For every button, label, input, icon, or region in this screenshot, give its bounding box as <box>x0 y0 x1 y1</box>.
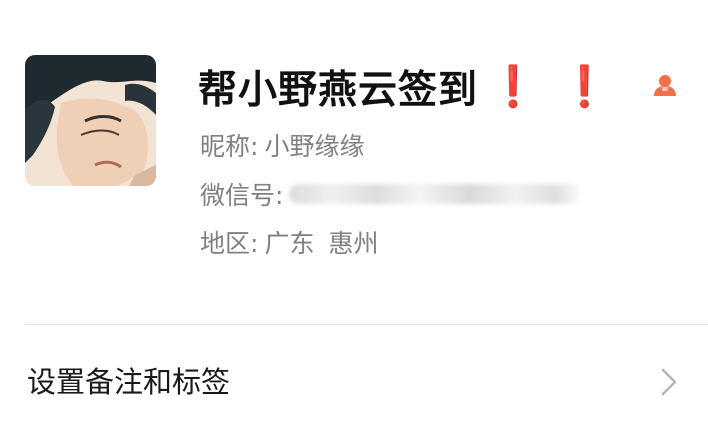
person-icon <box>654 75 676 96</box>
region-province: 广东 <box>264 229 315 258</box>
nickname-row: 昵称: 小野缘缘 <box>200 125 364 165</box>
display-name: 帮小野燕云签到 <box>198 68 479 113</box>
set-remark-label: 设置备注和标签 <box>27 365 231 399</box>
name-row: 帮小野燕云签到 ❗ ❗ <box>198 62 610 113</box>
set-remark-and-tags-row[interactable]: 设置备注和标签 <box>0 325 708 427</box>
exclamation-mark: ❗ <box>559 64 610 110</box>
wechat-id-label: 微信号: <box>200 181 284 210</box>
region-city: 惠州 <box>328 229 379 258</box>
exclamation-mark: ❗ <box>488 64 538 110</box>
nickname-value: 小野缘缘 <box>264 132 365 161</box>
wechat-id-value-blurred <box>289 184 580 204</box>
profile-header: 帮小野燕云签到 ❗ ❗ 昵称: 小野缘缘 微信号: 地区: 广东 惠州 <box>0 0 708 325</box>
avatar-illustration <box>25 55 156 186</box>
region-row: 地区: 广东 惠州 <box>200 222 378 262</box>
chevron-right-icon <box>661 368 677 396</box>
avatar[interactable] <box>25 55 156 186</box>
region-label: 地区: <box>200 229 259 258</box>
wechat-id-row: 微信号: <box>200 174 580 214</box>
nickname-label: 昵称: <box>200 132 259 161</box>
